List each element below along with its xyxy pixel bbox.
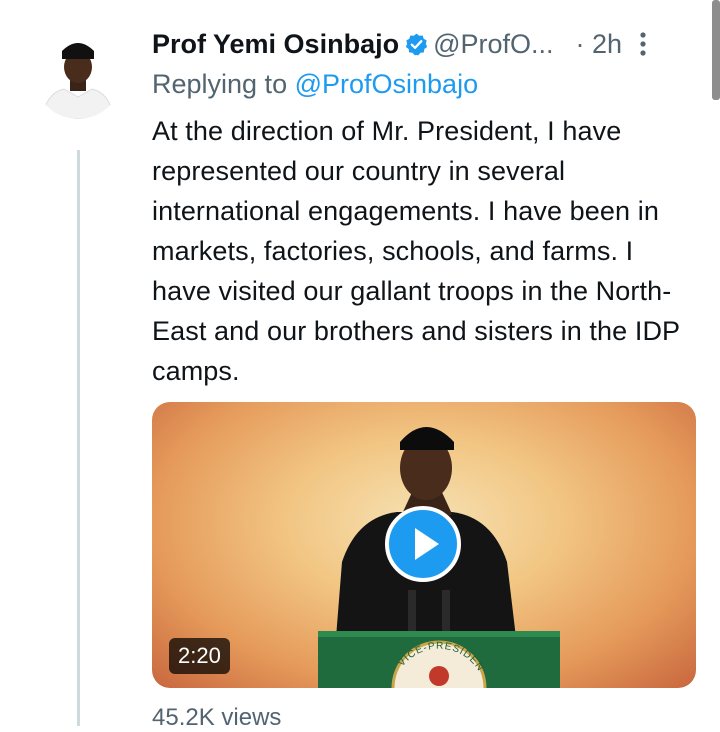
display-name[interactable]: Prof Yemi Osinbajo — [152, 29, 399, 60]
timestamp[interactable]: · 2h — [576, 29, 623, 60]
avatar-image — [34, 31, 122, 119]
avatar[interactable] — [34, 31, 122, 119]
more-options-icon[interactable] — [638, 30, 648, 58]
video-player[interactable]: VICE-PRESIDENT 2:20 — [152, 402, 696, 688]
play-button[interactable] — [385, 506, 461, 582]
video-duration-badge: 2:20 — [169, 638, 230, 674]
reply-mention-link[interactable]: @ProfOsinbajo — [295, 69, 479, 99]
replying-to: Replying to @ProfOsinbajo — [152, 64, 478, 104]
play-icon — [415, 528, 439, 560]
tweet-text: At the direction of Mr. President, I hav… — [152, 116, 680, 386]
views-count: 45.2K views — [152, 704, 282, 731]
replying-to-label: Replying to — [152, 69, 295, 99]
thread-connector-line — [77, 150, 80, 726]
scrollbar[interactable] — [712, 0, 720, 100]
handle[interactable]: @ProfO... — [433, 29, 553, 60]
tweet-header: Prof Yemi Osinbajo @ProfO... · 2h — [152, 24, 692, 64]
verified-badge-icon — [404, 32, 429, 57]
